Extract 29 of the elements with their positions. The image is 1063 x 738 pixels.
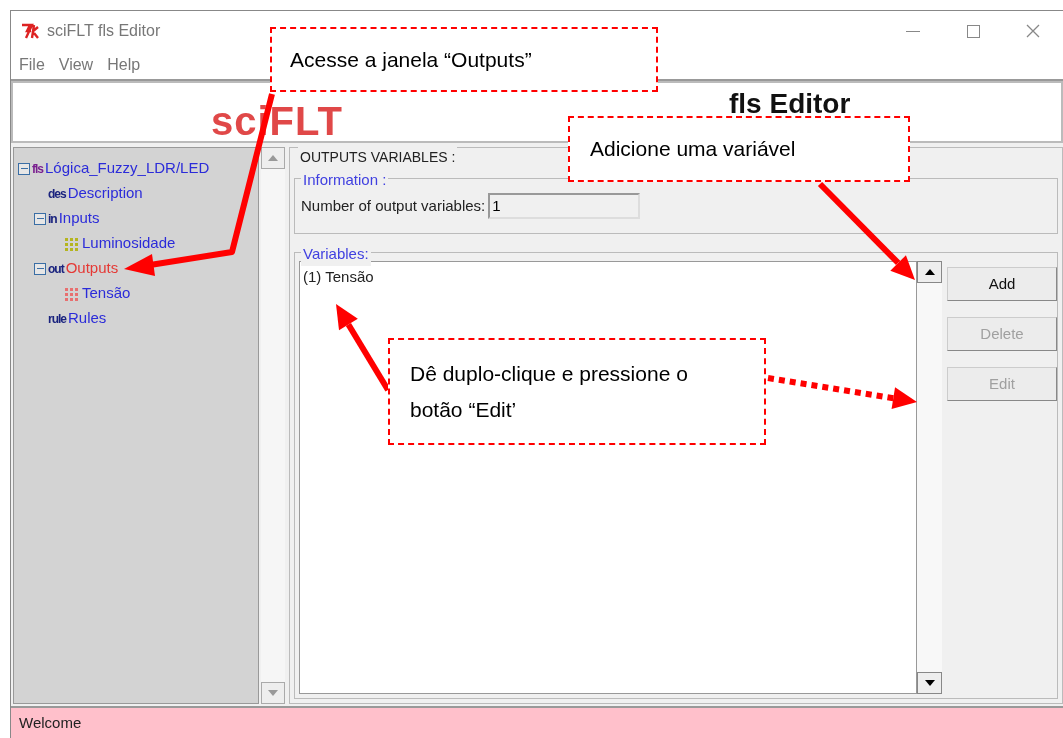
tree-item[interactable]: Tensão <box>82 282 131 305</box>
count-field: 1 <box>488 193 641 219</box>
app-logo-icon <box>21 23 41 39</box>
menu-item[interactable]: View <box>58 53 94 77</box>
window-title: sciFLT fls Editor <box>47 21 161 41</box>
field-label: Number of output variables: <box>301 195 486 216</box>
menu-item[interactable]: Help <box>107 53 141 77</box>
tree-item[interactable]: Luminosidade <box>82 232 176 255</box>
callout-note: Dê duplo-clique e pressione o botão “Edit’ <box>388 338 766 445</box>
collapse-toggle[interactable] <box>34 262 46 275</box>
scroll-up-icon[interactable] <box>917 261 942 283</box>
scroll-down-icon[interactable] <box>917 672 942 694</box>
tree-item[interactable]: Description <box>67 182 143 205</box>
collapse-toggle[interactable] <box>34 212 46 225</box>
collapse-toggle[interactable] <box>18 162 30 175</box>
action-button[interactable]: Add <box>947 267 1057 301</box>
node-badge-icon: in <box>48 212 57 225</box>
status-bar: Welcome <box>11 706 1063 738</box>
list-item[interactable]: (1) Tensão <box>302 266 375 289</box>
tree-item[interactable]: Rules <box>68 307 107 330</box>
menu-item[interactable]: File <box>19 53 45 77</box>
callout-note: Adicione uma variável <box>568 116 910 182</box>
tree-item[interactable]: Inputs <box>58 207 100 230</box>
node-badge-icon: rule <box>48 312 66 325</box>
tree-item[interactable]: Lógica_Fuzzy_LDR/LED <box>45 157 210 180</box>
node-badge-icon: fls <box>32 162 43 175</box>
callout-note: Acesse a janela “Outputs” <box>270 27 658 92</box>
node-badge-icon: des <box>48 187 66 200</box>
node-badge-icon: out <box>48 262 64 275</box>
